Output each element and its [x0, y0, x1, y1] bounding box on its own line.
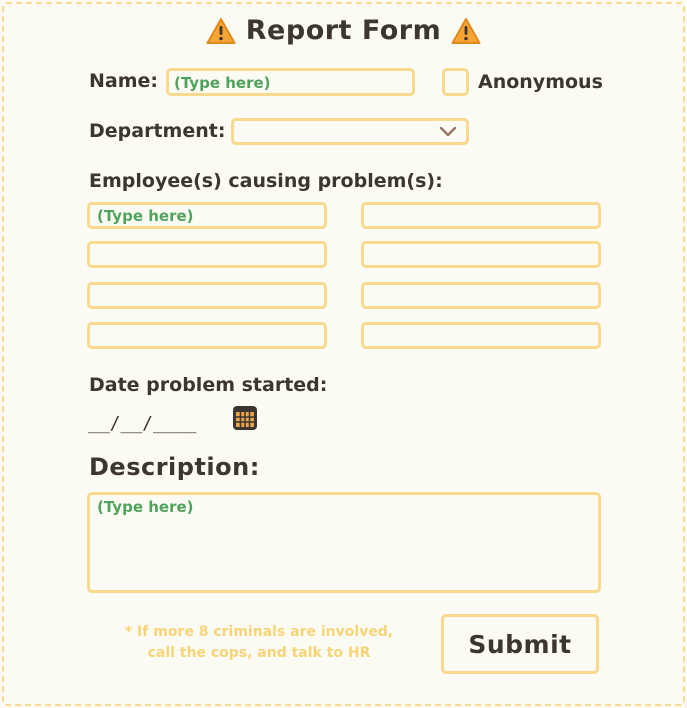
description-label: Description:	[89, 453, 260, 481]
hr-note-line2: call the cops, and talk to HR	[147, 645, 371, 661]
warning-icon	[451, 17, 481, 44]
name-input[interactable]: (Type here)	[166, 68, 415, 96]
employee-input[interactable]	[361, 322, 601, 349]
name-label: Name:	[89, 70, 159, 92]
form-header: Report Form	[0, 15, 687, 46]
chevron-down-icon	[439, 126, 457, 137]
employee-input[interactable]	[361, 202, 601, 229]
anonymous-label: Anonymous	[478, 71, 603, 93]
employee-input[interactable]: (Type here)	[87, 202, 327, 229]
anonymous-checkbox[interactable]	[442, 68, 469, 96]
submit-button[interactable]: Submit	[441, 614, 599, 674]
calendar-icon[interactable]	[232, 405, 258, 431]
employee-input[interactable]	[87, 282, 327, 309]
date-input[interactable]: __/__/____	[88, 413, 196, 434]
hr-note-line1: * If more 8 criminals are involved,	[124, 624, 394, 640]
employee-input[interactable]	[361, 282, 601, 309]
hr-note: * If more 8 criminals are involved, call…	[100, 622, 418, 664]
department-select[interactable]	[231, 118, 469, 145]
form-title: Report Form	[245, 15, 442, 46]
description-placeholder: (Type here)	[97, 498, 194, 516]
employees-label: Employee(s) causing problem(s):	[89, 170, 443, 192]
description-textarea[interactable]: (Type here)	[87, 492, 601, 593]
name-placeholder: (Type here)	[174, 74, 271, 92]
employee-placeholder: (Type here)	[97, 207, 194, 225]
warning-icon	[206, 17, 236, 44]
employee-input[interactable]	[361, 241, 601, 268]
department-label: Department:	[89, 120, 226, 142]
date-label: Date problem started:	[89, 374, 328, 396]
form-frame	[2, 2, 685, 706]
employee-input[interactable]	[87, 241, 327, 268]
employee-input[interactable]	[87, 322, 327, 349]
